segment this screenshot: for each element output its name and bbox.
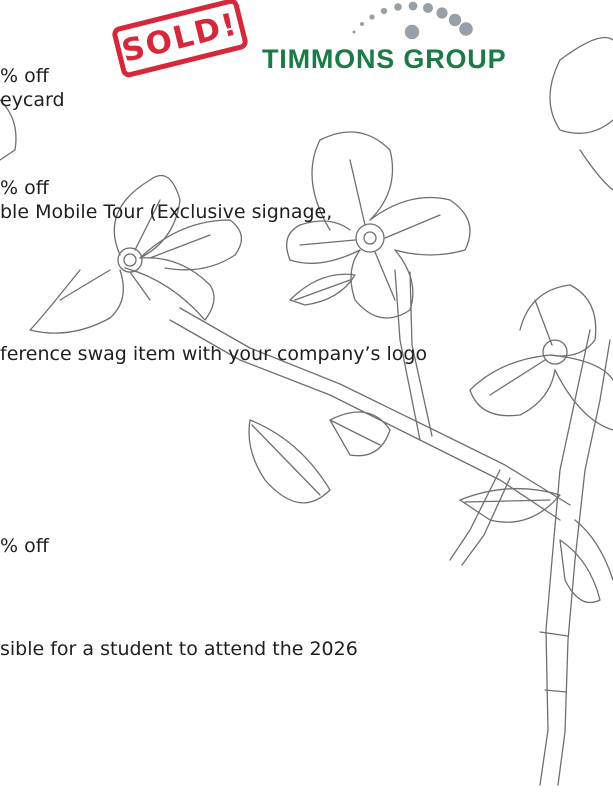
timmons-group-logo: TIMMONS GROUP	[262, 0, 562, 80]
text-line-5: ference swag item with your company’s lo…	[0, 343, 428, 365]
dotted-arc-logo-icon	[352, 1, 473, 40]
text-line-4: ble Mobile Tour (Exclusive signage,	[0, 201, 333, 223]
text-line-2: eycard	[0, 89, 65, 111]
dogwood-branch-illustration	[0, 36, 613, 786]
text-line-3: % off	[0, 177, 49, 199]
text-line-7: sible for a student to attend the 2026	[0, 638, 358, 660]
text-line-1: % off	[0, 65, 49, 87]
logo-wordmark: TIMMONS GROUP	[262, 44, 507, 74]
text-line-6: % off	[0, 535, 49, 557]
